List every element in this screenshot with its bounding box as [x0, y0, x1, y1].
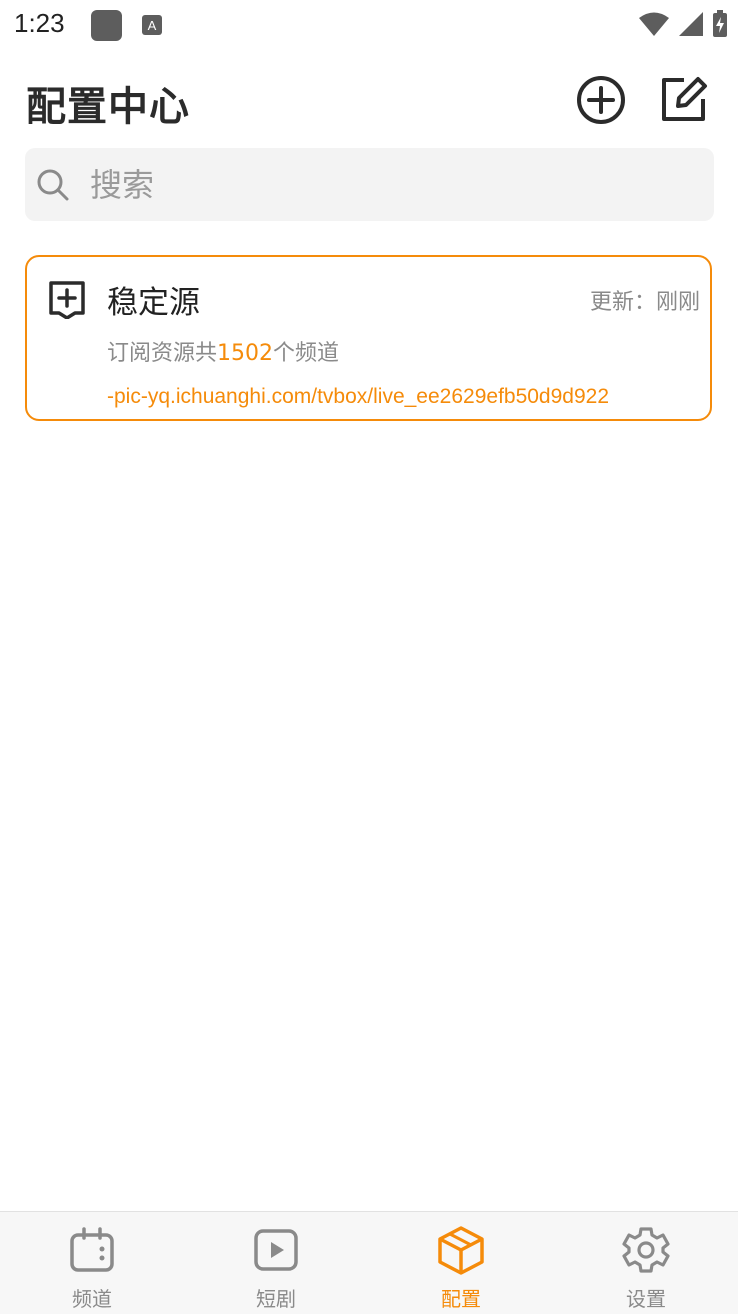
signal-icon [679, 12, 703, 36]
nav-item-channels[interactable]: 频道 [0, 1212, 184, 1314]
play-icon [254, 1229, 298, 1271]
edit-icon [662, 77, 707, 121]
calendar-icon [70, 1227, 114, 1272]
header: 配置中心 [0, 60, 738, 140]
add-bookmark-icon [49, 281, 85, 319]
nav-label-channels: 频道 [72, 1287, 112, 1311]
keyboard-notification-icon: A [142, 15, 162, 35]
nav-label-config: 配置 [441, 1287, 481, 1311]
desc-prefix: 订阅资源共 [107, 341, 218, 366]
config-card[interactable]: 稳定源 更新：刚刚 订阅资源共1502个频道 -pic-yq.ichuanghi… [25, 255, 712, 421]
nav-label-shorts: 短剧 [256, 1287, 296, 1311]
battery-icon [713, 10, 727, 37]
box-icon [438, 1226, 484, 1275]
edit-button[interactable] [657, 74, 709, 126]
nav-label-settings: 设置 [626, 1287, 666, 1311]
add-button[interactable] [575, 74, 627, 126]
search-icon [37, 169, 69, 201]
nav-item-shorts[interactable]: 短剧 [184, 1212, 368, 1314]
nav-item-config[interactable]: 配置 [369, 1212, 553, 1314]
search-input[interactable] [90, 148, 690, 221]
svg-text:A: A [148, 18, 157, 33]
channel-count: 1502 [217, 341, 274, 366]
status-bar: 1:23 A [0, 0, 738, 50]
config-title: 稳定源 [107, 285, 200, 321]
bottom-nav: 频道 短剧 配置 设置 [0, 1211, 738, 1314]
nav-item-settings[interactable]: 设置 [554, 1212, 738, 1314]
wifi-icon [639, 12, 669, 36]
app-notification-icon [91, 10, 122, 41]
config-description: 订阅资源共1502个频道 [107, 335, 339, 367]
desc-suffix: 个频道 [273, 341, 340, 366]
add-circle-icon [577, 76, 625, 124]
page-title: 配置中心 [26, 84, 190, 130]
gear-icon [622, 1227, 670, 1273]
status-time: 1:23 [14, 8, 65, 38]
config-url: -pic-yq.ichuanghi.com/tvbox/live_ee2629e… [107, 385, 610, 408]
config-updated: 更新：刚刚 [589, 290, 700, 315]
